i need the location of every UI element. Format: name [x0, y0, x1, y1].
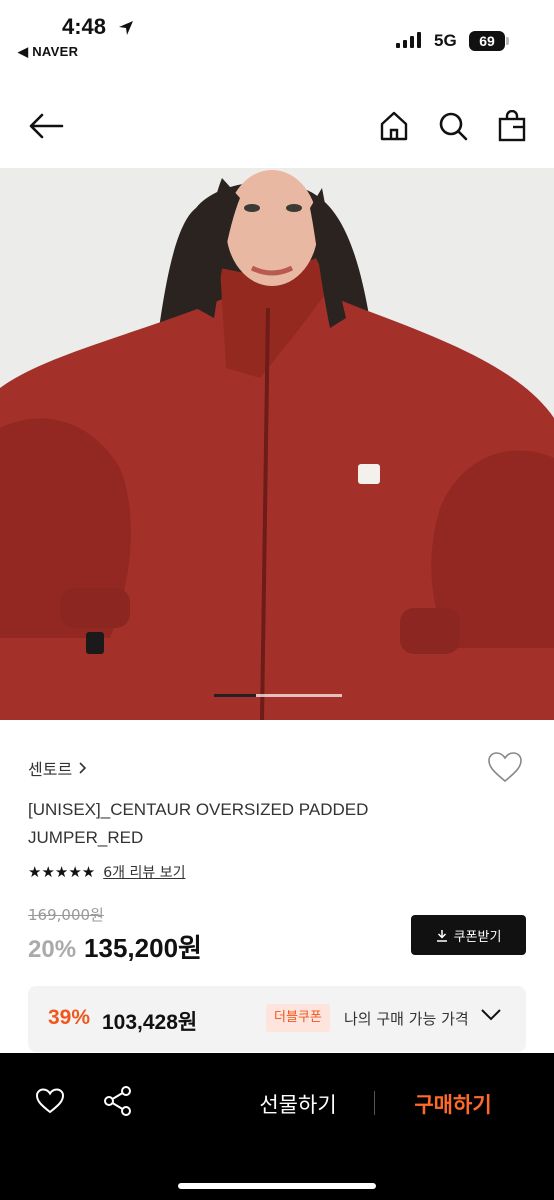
- battery-level: 69: [469, 31, 505, 51]
- my-discount-rate: 39%: [48, 1006, 91, 1029]
- product-image-carousel[interactable]: [0, 168, 554, 720]
- my-price-box[interactable]: 39% 103,428원 더블쿠폰 나의 구매 가능 가격: [28, 986, 526, 1052]
- discount-rate: 20%: [28, 936, 77, 963]
- network-type: 5G: [434, 31, 457, 50]
- status-bar: 4:48 ◀ NAVER 5G 69: [0, 0, 554, 70]
- home-icon: [380, 111, 408, 141]
- bottom-action-bar: 선물하기 구매하기: [0, 1053, 554, 1200]
- top-nav: [0, 90, 554, 160]
- location-arrow-icon: [119, 21, 133, 35]
- bottom-wishlist-button[interactable]: [34, 1087, 66, 1119]
- double-coupon-badge: 더블쿠폰: [266, 1004, 330, 1032]
- bottom-divider: [374, 1091, 375, 1115]
- coupon-label: 쿠폰받기: [453, 929, 502, 945]
- wishlist-button[interactable]: [486, 750, 524, 788]
- product-title: [UNISEX]_CENTAUR OVERSIZED PADDED JUMPER…: [28, 800, 369, 847]
- chevron-down-icon[interactable]: [480, 1008, 502, 1022]
- signal-icon: [396, 32, 421, 48]
- heart-icon: [35, 1088, 65, 1114]
- search-button[interactable]: [433, 106, 473, 146]
- status-time: 4:48: [62, 14, 107, 39]
- coupon-download-button[interactable]: 쿠폰받기: [411, 915, 526, 955]
- gift-button[interactable]: 선물하기: [226, 1089, 370, 1119]
- product-photo: [0, 168, 554, 720]
- home-button[interactable]: [374, 106, 414, 146]
- review-link[interactable]: 6개 리뷰 보기: [103, 862, 185, 882]
- share-icon: [104, 1086, 131, 1116]
- rating-row: ★★★★★ 6개 리뷰 보기: [28, 862, 185, 882]
- shopping-bag-icon: [498, 110, 526, 142]
- battery-tip: [506, 37, 509, 45]
- original-price: 169,000원: [28, 906, 104, 924]
- sale-price: 135,200원: [84, 933, 202, 963]
- carousel-pager: [214, 694, 342, 697]
- cart-button[interactable]: [492, 106, 532, 146]
- heart-icon: [488, 752, 522, 783]
- brand-name: 센토르: [28, 760, 73, 779]
- share-button[interactable]: [102, 1085, 134, 1121]
- my-price-label: 나의 구매 가능 가격: [344, 1010, 469, 1028]
- chevron-right-icon: [79, 762, 87, 774]
- back-to-app-link[interactable]: ◀ NAVER: [18, 44, 78, 60]
- download-icon: [436, 929, 447, 942]
- back-button[interactable]: [26, 106, 66, 146]
- home-indicator: [178, 1183, 376, 1189]
- stars-text: ★★★★★: [28, 863, 96, 881]
- price-row: 20% 135,200원: [28, 928, 202, 965]
- rating-stars: ★★★★★: [28, 863, 95, 881]
- arrow-left-icon: [29, 113, 64, 139]
- my-price: 103,428원: [102, 1011, 198, 1034]
- brand-link[interactable]: 센토르: [28, 756, 87, 780]
- buy-button[interactable]: 구매하기: [380, 1089, 526, 1119]
- carousel-pager-active: [214, 694, 256, 697]
- search-icon: [439, 112, 468, 141]
